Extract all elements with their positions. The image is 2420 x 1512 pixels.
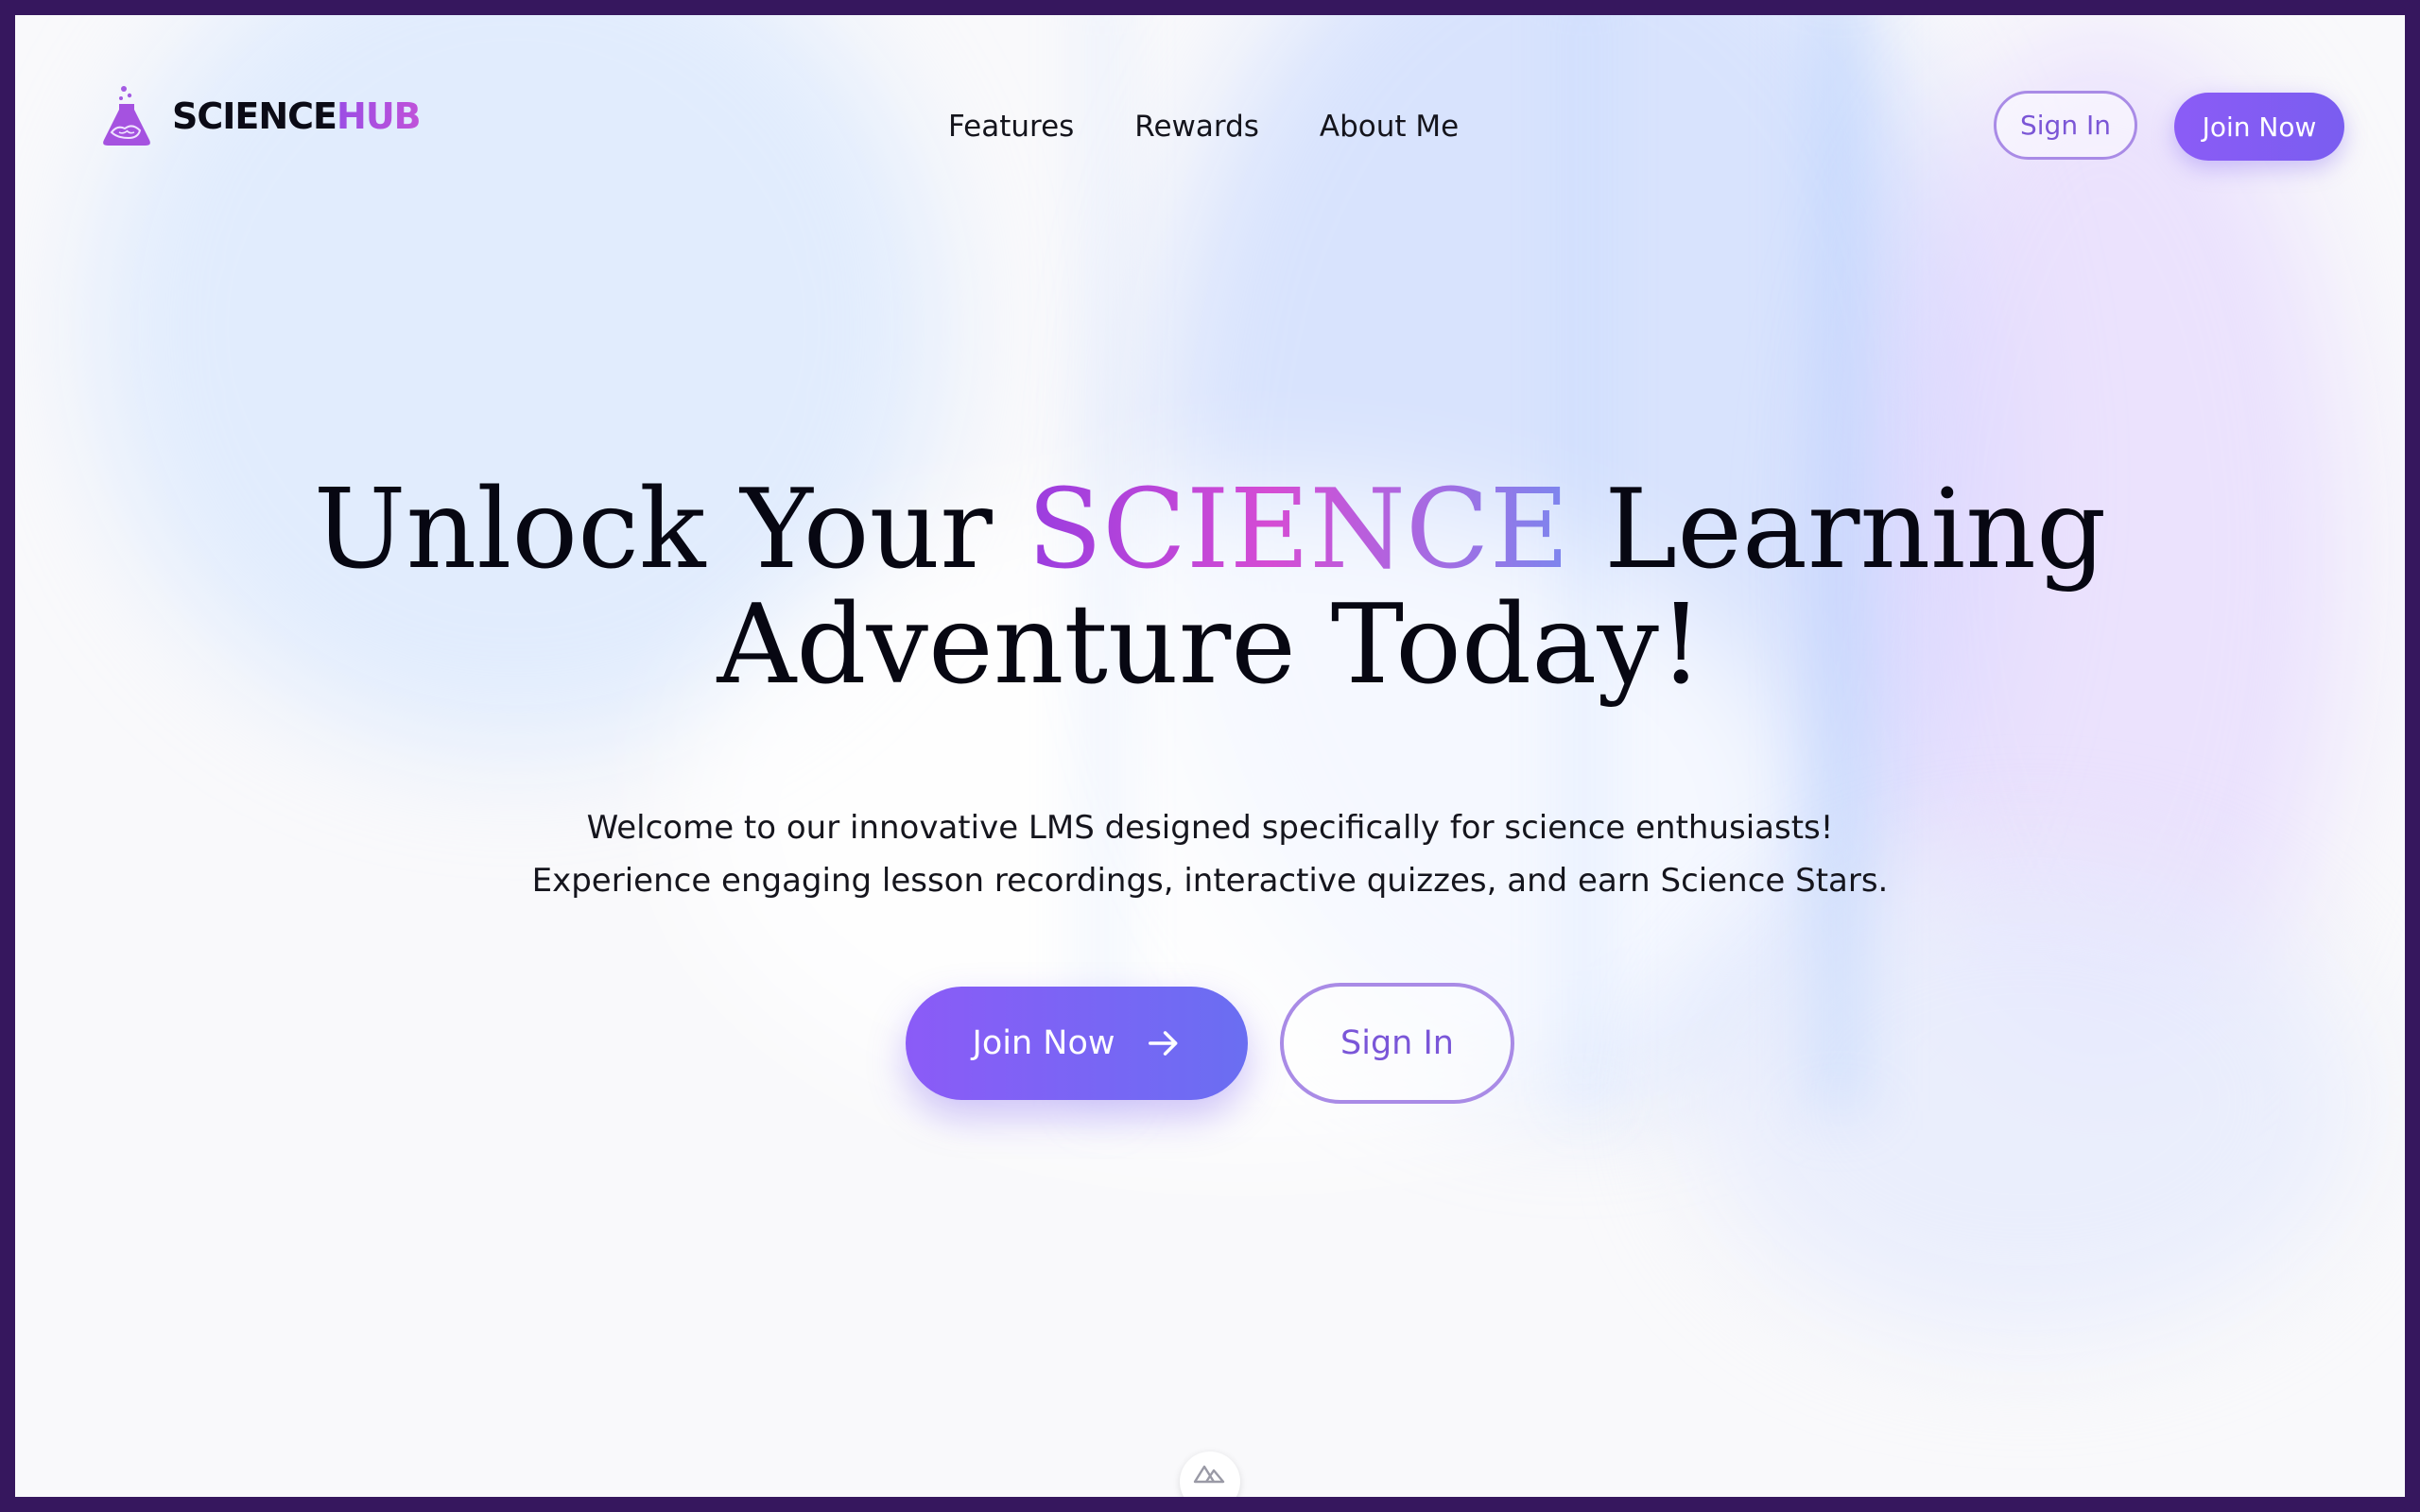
- hero-subtitle-line2: Experience engaging lesson recordings, i…: [531, 862, 1889, 900]
- devtools-badge[interactable]: [1180, 1452, 1240, 1497]
- hero-title-line2: Adventure Today!: [717, 581, 1703, 709]
- page-frame: SCIENCEHUB Features Rewards About Me Sig…: [15, 15, 2405, 1497]
- header-join-now-button[interactable]: Join Now: [2174, 93, 2344, 161]
- hero-subtitle: Welcome to our innovative LMS designed s…: [15, 801, 2405, 907]
- flask-icon: [103, 86, 150, 146]
- nuxt-logo-icon: [1193, 1465, 1225, 1484]
- hero-title-accent: SCIENCE: [1027, 466, 1570, 593]
- brand-name-science: SCIENCE: [172, 95, 337, 137]
- header-sign-in-button[interactable]: Sign In: [1994, 91, 2137, 160]
- arrow-right-icon: [1148, 1031, 1177, 1056]
- nav-item-features[interactable]: Features: [948, 110, 1074, 144]
- nav-item-rewards[interactable]: Rewards: [1134, 110, 1259, 144]
- brand-name: SCIENCEHUB: [172, 95, 422, 137]
- nav-item-about-me[interactable]: About Me: [1320, 110, 1459, 144]
- brand-logo[interactable]: SCIENCEHUB: [98, 83, 422, 149]
- hero-title-before: Unlock Your: [313, 466, 1028, 593]
- main-nav: Features Rewards About Me: [948, 110, 1459, 144]
- hero-title: Unlock Your SCIENCE Learning Adventure T…: [15, 472, 2405, 703]
- hero-join-now-button[interactable]: Join Now: [906, 987, 1248, 1100]
- hero-subtitle-line1: Welcome to our innovative LMS designed s…: [586, 809, 1834, 847]
- hero-title-after: Learning: [1569, 466, 2107, 593]
- background-glow: [1698, 866, 2360, 1338]
- hero-join-now-label: Join Now: [972, 1024, 1115, 1062]
- hero-sign-in-button[interactable]: Sign In: [1280, 983, 1514, 1104]
- brand-name-hub: HUB: [337, 95, 422, 137]
